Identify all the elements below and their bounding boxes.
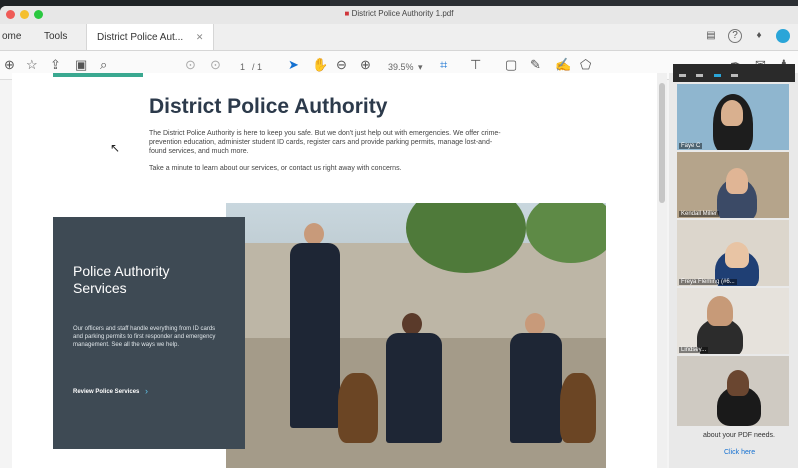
tab-bar-actions: ▤ ? ♦ — [704, 29, 790, 43]
participant-name: Lindsey... — [679, 347, 709, 353]
participant-tile-3[interactable]: Freya Fleming (#6... — [677, 220, 789, 286]
minimize-call-icon[interactable] — [679, 74, 686, 77]
kneeling-officer-right — [510, 333, 562, 443]
police-dog-right — [560, 373, 596, 443]
intro-contact-line: Take a minute to learn about our service… — [149, 165, 402, 172]
layout-icon[interactable] — [696, 74, 704, 77]
document-scrollbar[interactable] — [657, 73, 667, 468]
help-text: about your PDF needs. — [703, 432, 775, 439]
participant-name: Freya Fleming (#6... — [679, 279, 737, 285]
draw-icon[interactable]: ✍ — [555, 57, 571, 73]
zoom-in-icon[interactable]: ⊕ — [360, 57, 371, 73]
services-card: Police Authority Services Our officers a… — [53, 217, 245, 449]
pdf-icon: ■ — [344, 9, 350, 18]
intro-paragraph: The District Police Authority is here to… — [149, 130, 501, 155]
print-icon[interactable]: ▣ — [75, 57, 87, 73]
participant-face — [721, 100, 743, 126]
participant-face — [727, 370, 749, 396]
participant-tile-5[interactable] — [677, 356, 789, 426]
document-title: District Police Authority 1.pdf — [351, 9, 454, 18]
participant-face — [725, 242, 749, 268]
participant-face — [707, 296, 733, 326]
select-cursor-icon[interactable]: ➤ — [288, 57, 299, 73]
previous-page-icon[interactable]: ⊙ — [185, 57, 196, 73]
highlight-pen-icon[interactable]: ✎ — [530, 57, 541, 73]
comment-icon[interactable]: ▤ — [704, 29, 718, 43]
participant-tile-1[interactable]: Faye C — [677, 84, 789, 150]
help-link[interactable]: Click here — [724, 449, 755, 456]
save-icon[interactable]: ⊕ — [4, 57, 15, 73]
zoom-out-icon[interactable]: ⊖ — [336, 57, 347, 73]
scroll-mode-icon[interactable]: ⊤ — [470, 57, 481, 73]
page-title: District Police Authority — [149, 95, 388, 118]
police-officers-photo — [226, 203, 606, 468]
tab-home[interactable]: ome — [2, 24, 21, 50]
pdf-page: District Police Authority The District P… — [12, 73, 657, 468]
grid-view-icon[interactable] — [731, 74, 739, 77]
close-tab-icon[interactable]: ✕ — [196, 32, 204, 42]
help-icon[interactable]: ? — [728, 29, 742, 43]
services-card-title: Police Authority Services — [73, 263, 170, 296]
account-avatar[interactable] — [776, 29, 790, 43]
participant-name: Kendall Miller — [679, 211, 720, 217]
bell-icon[interactable]: ♦ — [752, 29, 766, 43]
header-accent-bar — [53, 73, 143, 77]
participant-tile-4[interactable]: Lindsey... — [677, 288, 789, 354]
tab-document[interactable]: District Police Aut... ✕ — [86, 24, 215, 50]
gallery-view-icon[interactable] — [713, 74, 721, 77]
services-card-body: Our officers and staff handle everything… — [73, 326, 216, 348]
next-page-icon[interactable]: ⊙ — [210, 57, 221, 73]
tab-document-label: District Police Aut... — [97, 32, 184, 43]
add-comment-icon[interactable]: ▢ — [505, 57, 517, 73]
fit-page-icon[interactable]: ⌗ — [440, 57, 447, 73]
bookmark-star-icon[interactable]: ☆ — [26, 57, 38, 73]
scrollbar-thumb[interactable] — [659, 83, 665, 203]
tag-icon[interactable]: ⬠ — [580, 57, 591, 73]
officer-head — [525, 313, 545, 335]
officer-head — [402, 313, 422, 335]
participant-tile-2[interactable]: Kendall Miller — [677, 152, 789, 218]
standing-officer — [290, 243, 340, 428]
participant-face — [726, 168, 748, 194]
police-dog — [338, 373, 378, 443]
mouse-cursor-icon: ↖ — [110, 141, 121, 155]
video-call-toolbar — [673, 64, 795, 82]
officer-head — [304, 223, 324, 245]
chevron-right-icon[interactable]: › — [145, 386, 148, 396]
title-bar: ■ District Police Authority 1.pdf — [0, 6, 798, 24]
tab-bar: ome Tools District Police Aut... ✕ ▤ ? ♦ — [0, 24, 798, 51]
tab-tools[interactable]: Tools — [44, 24, 67, 50]
hand-tool-icon[interactable]: ✋ — [312, 57, 328, 73]
kneeling-officer — [386, 333, 442, 443]
upload-icon[interactable]: ⇪ — [50, 57, 61, 73]
participant-name: Faye C — [679, 143, 703, 149]
review-services-link[interactable]: Review Police Services — [73, 389, 139, 395]
search-icon[interactable]: ⌕ — [100, 57, 107, 73]
window-title: ■ District Police Authority 1.pdf — [0, 9, 798, 18]
